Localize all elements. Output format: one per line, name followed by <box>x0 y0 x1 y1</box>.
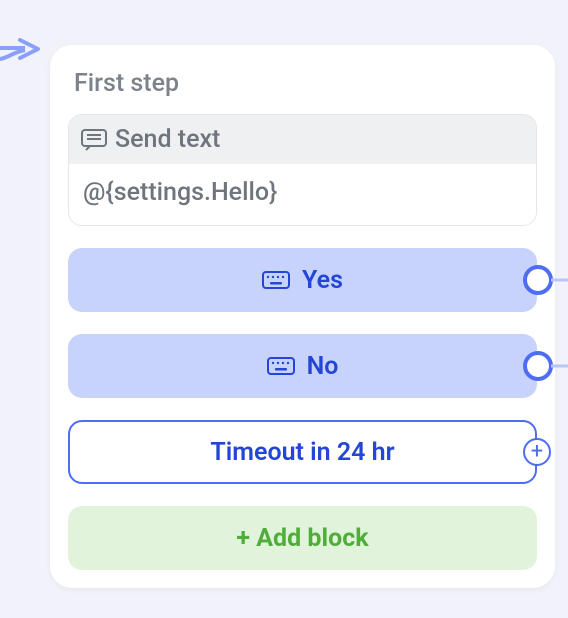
timeout-label: Timeout in 24 hr <box>210 438 394 467</box>
add-block-row: + Add block <box>68 506 537 570</box>
timeout-row: Timeout in 24 hr + <box>68 420 537 484</box>
option-row-no: No <box>68 334 537 398</box>
option-yes-button[interactable]: Yes <box>68 248 537 312</box>
add-block-button[interactable]: + Add block <box>68 506 537 570</box>
option-row-yes: Yes <box>68 248 537 312</box>
message-icon <box>81 129 107 151</box>
incoming-edge-arrow <box>0 30 50 74</box>
outgoing-edge <box>551 279 568 282</box>
keyboard-icon <box>262 271 290 289</box>
send-text-block[interactable]: Send text @{settings.Hello} <box>68 114 537 226</box>
add-connector-plus-icon[interactable]: + <box>523 438 551 466</box>
step-card[interactable]: First step Send text @{settings.Hello} <box>50 45 555 588</box>
send-text-body[interactable]: @{settings.Hello} <box>69 164 536 225</box>
send-text-header: Send text <box>69 115 536 164</box>
option-no-button[interactable]: No <box>68 334 537 398</box>
connector-port[interactable] <box>523 265 553 295</box>
option-yes-label: Yes <box>302 266 343 295</box>
add-block-label: + Add block <box>236 524 368 553</box>
timeout-button[interactable]: Timeout in 24 hr <box>68 420 537 484</box>
keyboard-icon <box>267 357 295 375</box>
outgoing-edge <box>551 365 568 368</box>
connector-port[interactable] <box>523 351 553 381</box>
step-title: First step <box>74 69 537 98</box>
send-text-header-label: Send text <box>115 125 220 154</box>
option-no-label: No <box>307 352 339 381</box>
